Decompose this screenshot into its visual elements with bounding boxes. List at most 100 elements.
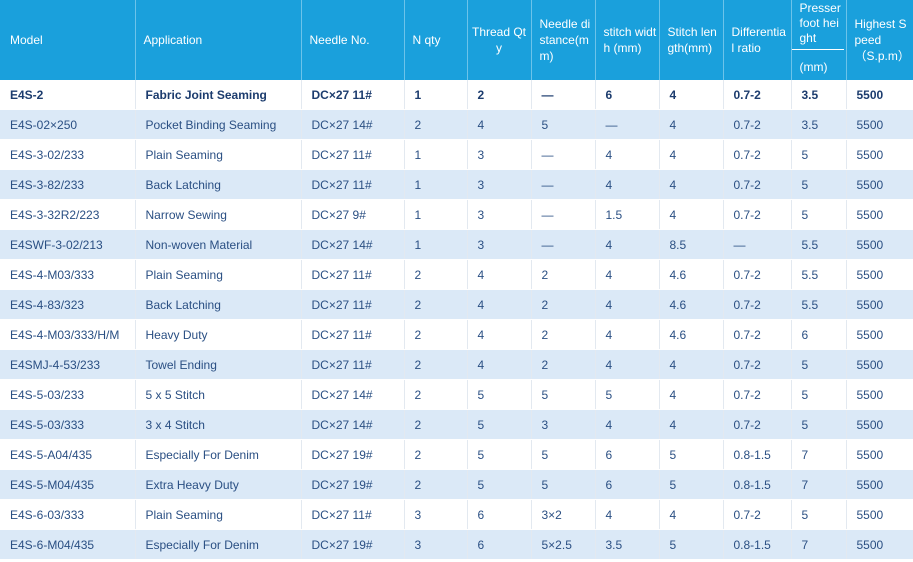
cell-presser: 5.5 bbox=[791, 289, 847, 320]
cell-presser: 5 bbox=[791, 199, 847, 230]
spec-table: Model Application Needle No. N qty Threa… bbox=[0, 0, 913, 560]
cell-needle-distance: — bbox=[531, 80, 596, 110]
cell-differential: 0.7-2 bbox=[723, 319, 792, 350]
table-row: E4S-3-82/233 Back Latching DC×27 11# 1 3—4 4 0… bbox=[0, 169, 913, 200]
table-row: E4S-5-03/233 5 x 5 Stitch DC×27 14# 2 5 5 5 4 0.… bbox=[0, 379, 913, 410]
header-application: Application bbox=[135, 0, 302, 80]
header-n-qty: N qty bbox=[404, 0, 468, 80]
cell-differential: 0.7-2 bbox=[723, 409, 792, 440]
cell-needle-distance: 2 bbox=[531, 319, 596, 350]
cell-n-qty: 3 bbox=[404, 499, 468, 530]
cell-thread-qty: 4 bbox=[467, 259, 532, 290]
cell-application: Heavy Duty bbox=[135, 319, 302, 350]
cell-thread-qty: 6 bbox=[467, 499, 532, 530]
cell-stitch-length: 4.6 bbox=[659, 319, 724, 350]
cell-n-qty: 1 bbox=[404, 199, 468, 230]
cell-speed: 5500 bbox=[846, 469, 913, 500]
cell-needle-distance: 2 bbox=[531, 349, 596, 380]
cell-needle: DC×27 11# bbox=[301, 169, 405, 200]
cell-needle: DC×27 11# bbox=[301, 80, 405, 110]
cell-needle: DC×27 19# bbox=[301, 439, 405, 470]
cell-stitch-width: 6 bbox=[595, 80, 660, 110]
cell-needle-distance: 5 bbox=[531, 439, 596, 470]
table-row: E4SMJ-4-53/233 Towel Ending DC×27 11# 2 4 2 4 4… bbox=[0, 349, 913, 380]
cell-stitch-length: 4 bbox=[659, 409, 724, 440]
cell-stitch-width: 4 bbox=[595, 259, 660, 290]
cell-differential: 0.7-2 bbox=[723, 109, 792, 140]
cell-needle: DC×27 14# bbox=[301, 109, 405, 140]
cell-application: Non-woven Material bbox=[135, 229, 302, 260]
cell-stitch-length: 4 bbox=[659, 379, 724, 410]
cell-application: Especially For Denim bbox=[135, 529, 302, 560]
cell-n-qty: 2 bbox=[404, 409, 468, 440]
cell-presser: 5 bbox=[791, 499, 847, 530]
cell-application: Towel Ending bbox=[135, 349, 302, 380]
cell-thread-qty: 5 bbox=[467, 379, 532, 410]
cell-speed: 5500 bbox=[846, 499, 913, 530]
cell-stitch-width: 5 bbox=[595, 379, 660, 410]
cell-stitch-width: 3.5 bbox=[595, 529, 660, 560]
cell-model: E4S-5-M04/435 bbox=[0, 469, 136, 500]
cell-model: E4S-6-M04/435 bbox=[0, 529, 136, 560]
cell-speed: 5500 bbox=[846, 109, 913, 140]
cell-stitch-length: 5 bbox=[659, 439, 724, 470]
cell-speed: 5500 bbox=[846, 199, 913, 230]
cell-needle: DC×27 11# bbox=[301, 319, 405, 350]
cell-stitch-length: 4.6 bbox=[659, 259, 724, 290]
cell-stitch-width: 4 bbox=[595, 319, 660, 350]
cell-model: E4S-3-32R2/223 bbox=[0, 199, 136, 230]
cell-model: E4S-5-A04/435 bbox=[0, 439, 136, 470]
cell-thread-qty: 4 bbox=[467, 319, 532, 350]
cell-application: Plain Seaming bbox=[135, 139, 302, 170]
cell-presser: 5 bbox=[791, 409, 847, 440]
header-speed-unit: （S.p.m） bbox=[854, 49, 910, 63]
cell-model: E4S-02×250 bbox=[0, 109, 136, 140]
cell-thread-qty: 3 bbox=[467, 139, 532, 170]
cell-n-qty: 2 bbox=[404, 469, 468, 500]
cell-needle: DC×27 11# bbox=[301, 289, 405, 320]
table-row: E4S-5-M04/435 Extra Heavy Duty DC×27 19# 2 5… bbox=[0, 469, 913, 500]
table-row: E4S-5-03/333 3 x 4 Stitch DC×27 14# 2 5 3 4 4 0.… bbox=[0, 409, 913, 440]
table-body: E4S-2 Fabric Joint Seaming DC×27 11# 1 2—6 4 0… bbox=[0, 80, 913, 560]
cell-needle-distance: — bbox=[531, 229, 596, 260]
cell-speed: 5500 bbox=[846, 319, 913, 350]
cell-speed: 5500 bbox=[846, 259, 913, 290]
cell-thread-qty: 6 bbox=[467, 529, 532, 560]
cell-model: E4S-5-03/233 bbox=[0, 379, 136, 410]
cell-presser: 7 bbox=[791, 529, 847, 560]
cell-application: Plain Seaming bbox=[135, 499, 302, 530]
cell-model: E4S-2 bbox=[0, 80, 136, 110]
cell-speed: 5500 bbox=[846, 80, 913, 110]
cell-n-qty: 2 bbox=[404, 349, 468, 380]
cell-stitch-width: 4 bbox=[595, 139, 660, 170]
cell-thread-qty: 3 bbox=[467, 229, 532, 260]
cell-n-qty: 1 bbox=[404, 169, 468, 200]
cell-application: 3 x 4 Stitch bbox=[135, 409, 302, 440]
cell-needle-distance: 5 bbox=[531, 109, 596, 140]
cell-needle: DC×27 11# bbox=[301, 259, 405, 290]
header-stitch-width: stitch width (mm) bbox=[595, 0, 660, 80]
cell-application: Especially For Denim bbox=[135, 439, 302, 470]
cell-model: E4S-3-82/233 bbox=[0, 169, 136, 200]
header-presser-unit: (mm) bbox=[799, 60, 828, 74]
cell-thread-qty: 3 bbox=[467, 199, 532, 230]
cell-stitch-width: 4 bbox=[595, 409, 660, 440]
cell-presser: 5.5 bbox=[791, 229, 847, 260]
cell-speed: 5500 bbox=[846, 169, 913, 200]
cell-n-qty: 2 bbox=[404, 379, 468, 410]
cell-needle: DC×27 9# bbox=[301, 199, 405, 230]
cell-application: Back Latching bbox=[135, 169, 302, 200]
table-row: E4SWF-3-02/213 Non-woven Material DC×27 14… bbox=[0, 229, 913, 260]
cell-needle: DC×27 14# bbox=[301, 409, 405, 440]
cell-presser: 7 bbox=[791, 439, 847, 470]
cell-stitch-length: 4 bbox=[659, 349, 724, 380]
cell-n-qty: 1 bbox=[404, 80, 468, 110]
cell-needle: DC×27 11# bbox=[301, 499, 405, 530]
cell-needle-distance: — bbox=[531, 169, 596, 200]
cell-stitch-width: 6 bbox=[595, 469, 660, 500]
cell-differential: 0.7-2 bbox=[723, 169, 792, 200]
cell-thread-qty: 5 bbox=[467, 409, 532, 440]
cell-speed: 5500 bbox=[846, 139, 913, 170]
cell-application: Fabric Joint Seaming bbox=[135, 80, 302, 110]
cell-thread-qty: 2 bbox=[467, 80, 532, 110]
